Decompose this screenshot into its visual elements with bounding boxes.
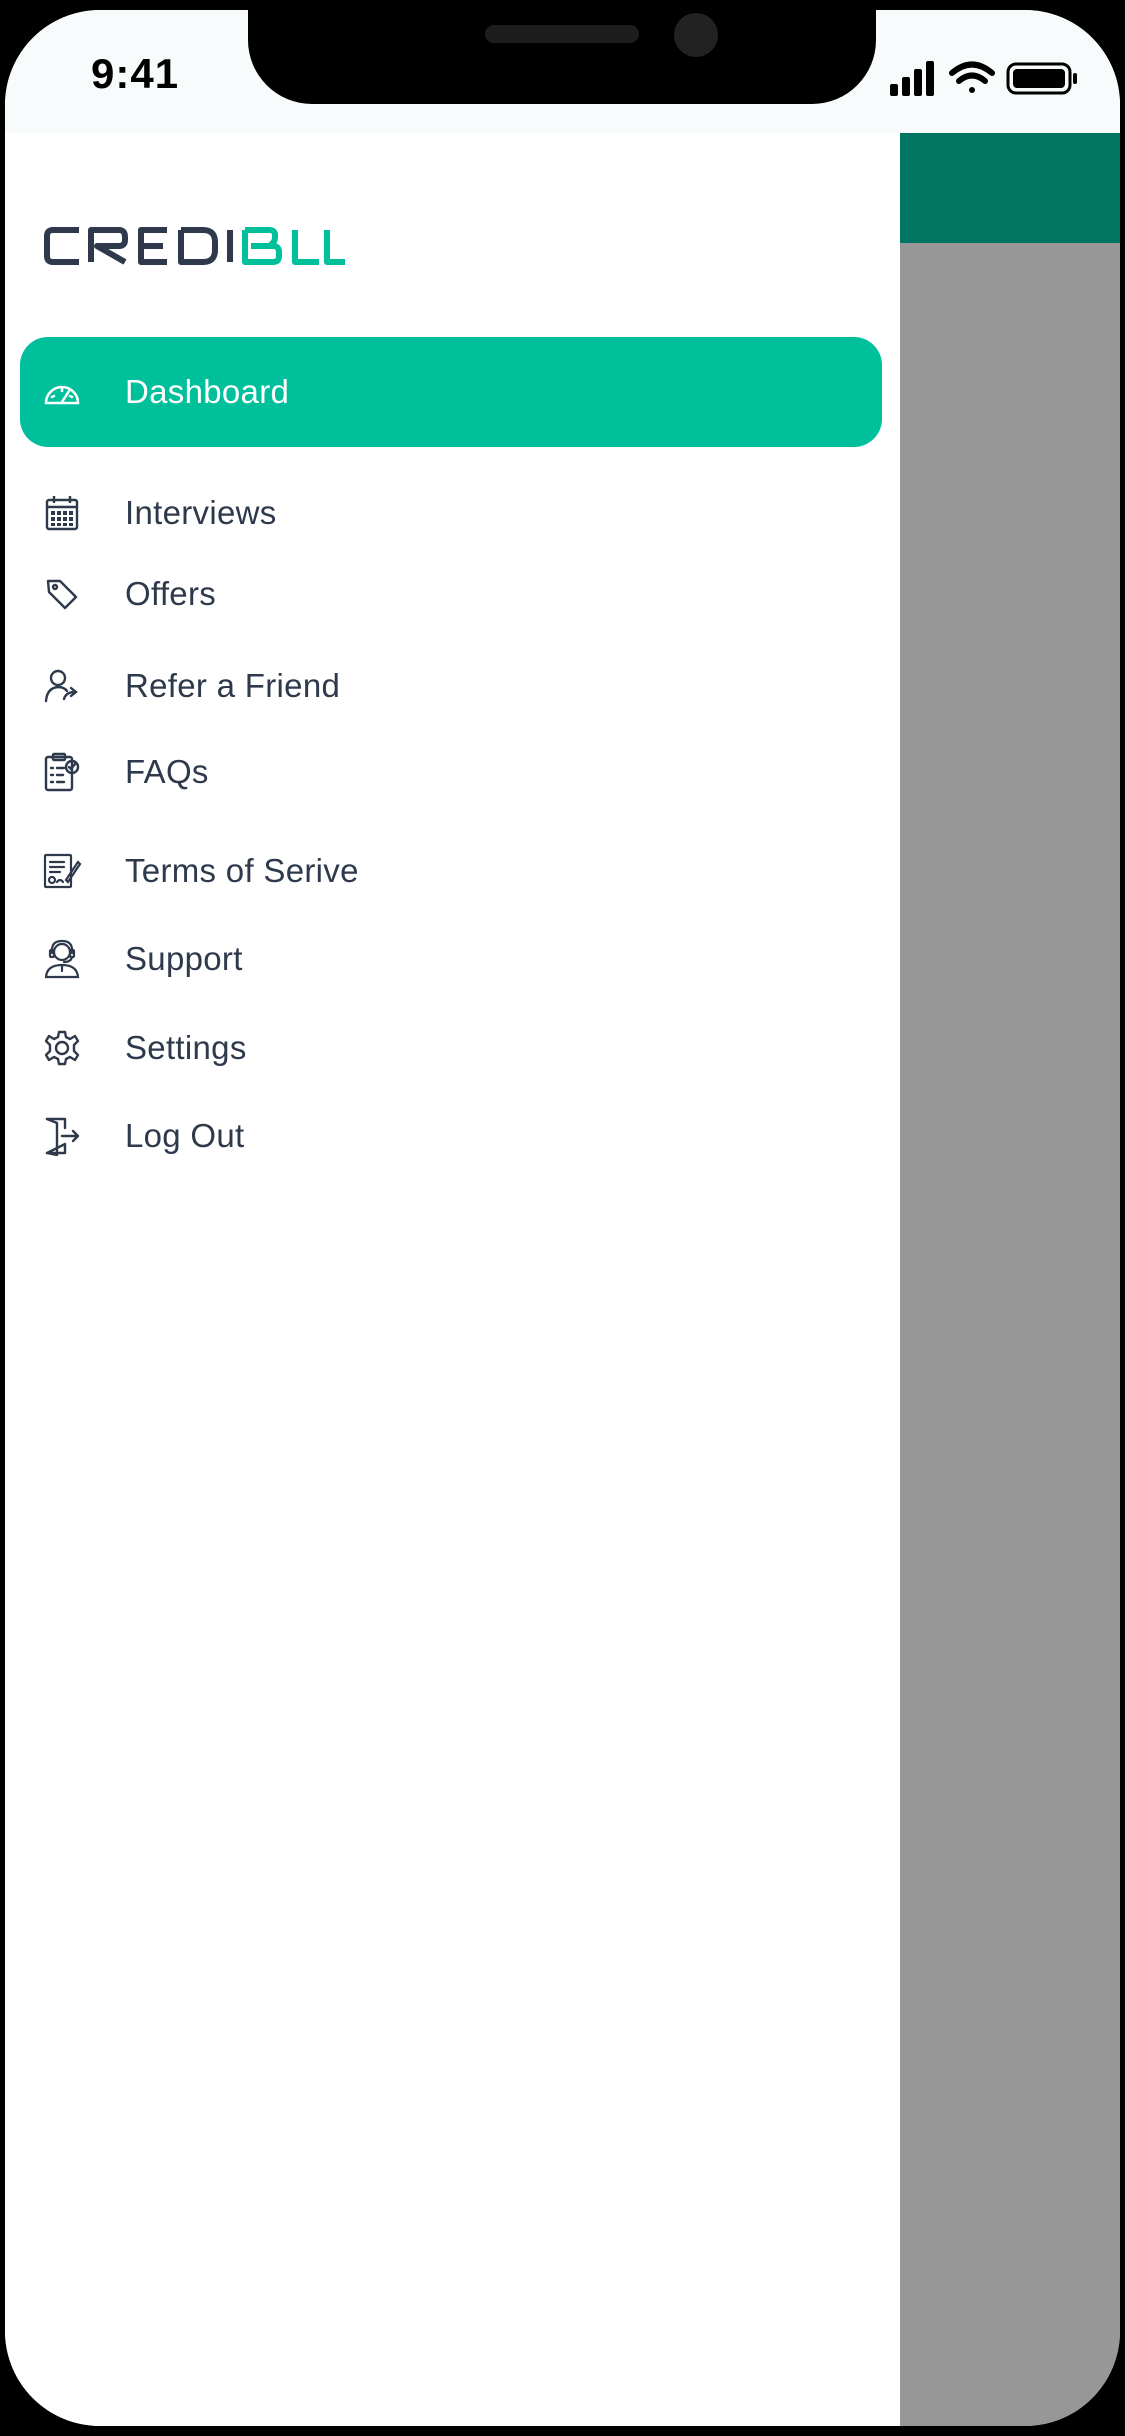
credibll-logo <box>43 225 348 272</box>
menu-label-faqs: FAQs <box>125 753 209 790</box>
status-time: 9:41 <box>91 50 180 97</box>
dimmed-background-overlay[interactable] <box>900 133 1120 2426</box>
headset-agent-icon <box>42 939 82 979</box>
menu-item-faqs[interactable]: FAQs <box>20 717 882 827</box>
calendar-icon <box>42 493 82 533</box>
user-share-icon <box>42 666 82 706</box>
menu-label-dashboard: Dashboard <box>125 373 290 410</box>
status-bar: 9:41 <box>5 10 1120 133</box>
speedometer-icon <box>42 372 82 412</box>
gear-icon <box>42 1028 82 1068</box>
front-camera <box>674 13 718 57</box>
menu-label-terms-of-service: Terms of Serive <box>125 852 359 889</box>
menu-item-log-out[interactable]: Log Out <box>20 1081 882 1191</box>
menu-label-log-out: Log Out <box>125 1117 245 1154</box>
document-sign-icon <box>42 851 82 891</box>
wifi-icon <box>949 61 995 93</box>
menu-label-offers: Offers <box>125 575 217 612</box>
phone-frame: 9:41 Dashboard Interviews Offers Refer a… <box>5 10 1120 2426</box>
cellular-signal-icon <box>890 61 934 96</box>
speaker <box>485 25 639 43</box>
clipboard-check-icon <box>42 752 82 792</box>
menu-label-support: Support <box>125 940 243 977</box>
menu-label-interviews: Interviews <box>125 494 277 531</box>
battery-icon <box>1006 62 1077 95</box>
notch <box>248 10 876 104</box>
tag-icon <box>42 574 82 614</box>
background-app-header <box>900 133 1120 243</box>
menu-label-settings: Settings <box>125 1029 247 1066</box>
logo-wordmark <box>44 227 345 265</box>
menu-item-dashboard[interactable]: Dashboard <box>20 337 882 447</box>
menu-label-refer-a-friend: Refer a Friend <box>125 667 341 704</box>
status-icons <box>890 61 1077 96</box>
navigation-drawer: Dashboard Interviews Offers Refer a Frie… <box>5 133 900 2426</box>
logout-door-icon <box>42 1116 82 1156</box>
